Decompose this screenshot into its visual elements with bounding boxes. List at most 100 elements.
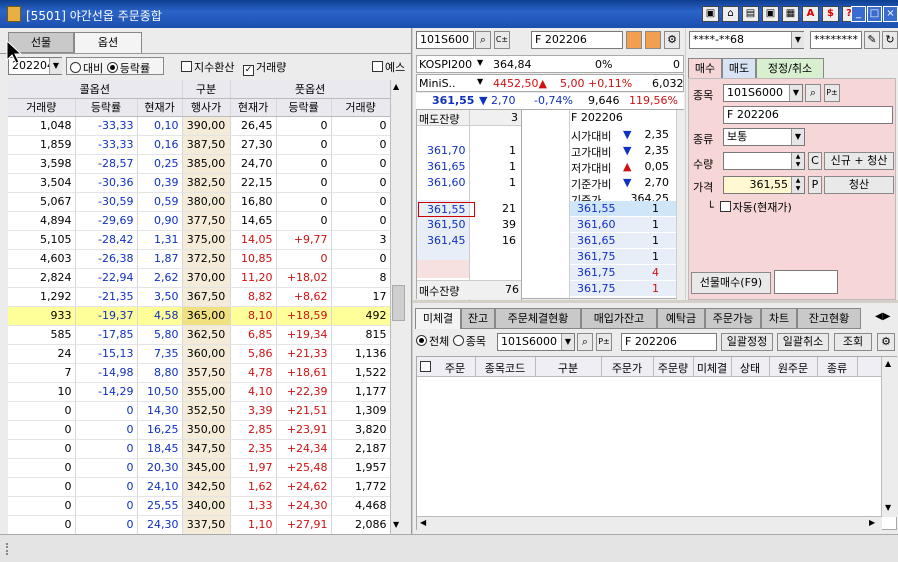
- table-row[interactable]: 3,598 -28,57 0,25 385,00 24,70 0 0: [8, 154, 390, 174]
- cell[interactable]: +8,62: [276, 287, 332, 307]
- cell[interactable]: 342,50: [182, 477, 231, 497]
- cell[interactable]: 3,50: [137, 287, 183, 307]
- cell[interactable]: 1,136: [331, 344, 390, 364]
- cell[interactable]: 14,65: [230, 211, 277, 231]
- spinner-icon[interactable]: ▲ ▼: [791, 177, 804, 193]
- cell[interactable]: 4,894: [8, 211, 76, 231]
- option-table-scrollbar[interactable]: ▲ ▼: [390, 80, 406, 534]
- cell[interactable]: 1,048: [8, 116, 76, 136]
- cell[interactable]: -33,33: [75, 135, 138, 155]
- table-row[interactable]: 5,067 -30,59 0,59 380,00 16,80 0 0: [8, 192, 390, 212]
- cell[interactable]: 365,00: [182, 306, 231, 326]
- cell[interactable]: 1,859: [8, 135, 76, 155]
- cell[interactable]: 2,35: [230, 439, 277, 459]
- cell[interactable]: 0: [75, 439, 138, 459]
- cell[interactable]: 362,50: [182, 325, 231, 345]
- cell[interactable]: +24,62: [276, 477, 332, 497]
- cell[interactable]: 2,85: [230, 420, 277, 440]
- cell[interactable]: -14,29: [75, 382, 138, 402]
- select-all-check[interactable]: [420, 361, 431, 372]
- tab-sell[interactable]: 매도: [722, 58, 756, 79]
- cell[interactable]: +9,77: [276, 230, 332, 250]
- cell[interactable]: +19,34: [276, 325, 332, 345]
- table-row[interactable]: 2,824 -22,94 2,62 370,00 11,20 +18,02 8: [8, 268, 390, 288]
- new-clear-button[interactable]: 신규 + 청산: [824, 152, 894, 170]
- tab-options[interactable]: 옵션: [74, 32, 142, 53]
- cell[interactable]: 387,50: [182, 135, 231, 155]
- cell[interactable]: 815: [331, 325, 390, 345]
- cell[interactable]: 347,50: [182, 439, 231, 459]
- font-icon[interactable]: A: [802, 6, 819, 22]
- cell[interactable]: 1,957: [331, 458, 390, 478]
- cell[interactable]: -29,69: [75, 211, 138, 231]
- cell[interactable]: 1,309: [331, 401, 390, 421]
- cell[interactable]: 0: [331, 135, 390, 155]
- cell[interactable]: +25,48: [276, 458, 332, 478]
- cell[interactable]: 355,00: [182, 382, 231, 402]
- radio-rate[interactable]: [106, 62, 118, 73]
- table-row[interactable]: 1,859 -33,33 0,16 387,50 27,30 0 0: [8, 135, 390, 155]
- chevron-down-icon[interactable]: ▼: [789, 85, 802, 101]
- cell[interactable]: 16,80: [230, 192, 277, 212]
- cell[interactable]: -28,42: [75, 230, 138, 250]
- list-icon[interactable]: ▤: [742, 6, 759, 22]
- cell[interactable]: -28,57: [75, 154, 138, 174]
- cell[interactable]: 0: [331, 173, 390, 193]
- cell[interactable]: 0,90: [137, 211, 183, 231]
- cell[interactable]: 1,62: [230, 477, 277, 497]
- cell[interactable]: 377,50: [182, 211, 231, 231]
- cell[interactable]: 1,522: [331, 363, 390, 383]
- cell[interactable]: 0,10: [137, 116, 183, 136]
- table-row[interactable]: 1,048 -33,33 0,10 390,00 26,45 0 0: [8, 116, 390, 136]
- radio-diff[interactable]: [70, 62, 81, 73]
- cell[interactable]: 372,50: [182, 249, 231, 269]
- cell[interactable]: 11,20: [230, 268, 277, 288]
- cell[interactable]: 8,82: [230, 287, 277, 307]
- cell[interactable]: 2,187: [331, 439, 390, 459]
- cell[interactable]: 0: [331, 192, 390, 212]
- cell[interactable]: 0: [8, 458, 76, 478]
- orders-vscroll[interactable]: ▲ ▼: [881, 357, 897, 517]
- table-row[interactable]: 4,894 -29,69 0,90 377,50 14,65 0 0: [8, 211, 390, 231]
- orders-hscroll[interactable]: ◀ ▶: [417, 516, 882, 530]
- cell[interactable]: 337,50: [182, 515, 231, 534]
- cell[interactable]: 0: [8, 420, 76, 440]
- cell[interactable]: 0: [276, 249, 332, 269]
- cell[interactable]: 0: [331, 154, 390, 174]
- table-row[interactable]: 0 0 24,30 337,50 1,10 +27,91 2,086: [8, 515, 390, 534]
- cell[interactable]: 370,00: [182, 268, 231, 288]
- cell[interactable]: -14,98: [75, 363, 138, 383]
- cell[interactable]: 357,50: [182, 363, 231, 383]
- table-row[interactable]: 10 -14,29 10,50 355,00 4,10 +22,39 1,177: [8, 382, 390, 402]
- cell[interactable]: -19,37: [75, 306, 138, 326]
- cell[interactable]: 5,86: [230, 344, 277, 364]
- buy-extra-field[interactable]: [774, 270, 838, 294]
- cell[interactable]: -30,36: [75, 173, 138, 193]
- cell[interactable]: 0: [276, 135, 332, 155]
- cell[interactable]: 3,598: [8, 154, 76, 174]
- cell[interactable]: 0: [8, 439, 76, 459]
- maximize-icon[interactable]: □: [867, 6, 882, 22]
- cell[interactable]: 0: [8, 496, 76, 516]
- table-row[interactable]: 0 0 24,10 342,50 1,62 +24,62 1,772: [8, 477, 390, 497]
- cell[interactable]: 17: [331, 287, 390, 307]
- table-row[interactable]: 0 0 18,45 347,50 2,35 +24,34 2,187: [8, 439, 390, 459]
- cell[interactable]: 24,70: [230, 154, 277, 174]
- cell[interactable]: 360,00: [182, 344, 231, 364]
- tab-bottom-7[interactable]: 잔고현황: [797, 308, 861, 329]
- stepper-icon[interactable]: P±: [824, 84, 840, 102]
- cell[interactable]: 4,58: [137, 306, 183, 326]
- cell[interactable]: 385,00: [182, 154, 231, 174]
- stepper-icon[interactable]: P±: [596, 333, 612, 351]
- table-row[interactable]: 0 0 16,25 350,00 2,85 +23,91 3,820: [8, 420, 390, 440]
- cell[interactable]: 0,16: [137, 135, 183, 155]
- cell[interactable]: 14,05: [230, 230, 277, 250]
- gear-icon[interactable]: ⚙: [664, 31, 680, 49]
- cell[interactable]: 4,603: [8, 249, 76, 269]
- cell[interactable]: 5,067: [8, 192, 76, 212]
- cell[interactable]: 5,80: [137, 325, 183, 345]
- cell[interactable]: 933: [8, 306, 76, 326]
- spinner-icon[interactable]: ▲ ▼: [791, 153, 804, 169]
- edit-icon[interactable]: ✎: [864, 31, 880, 49]
- clear-qty-button[interactable]: C: [808, 152, 822, 170]
